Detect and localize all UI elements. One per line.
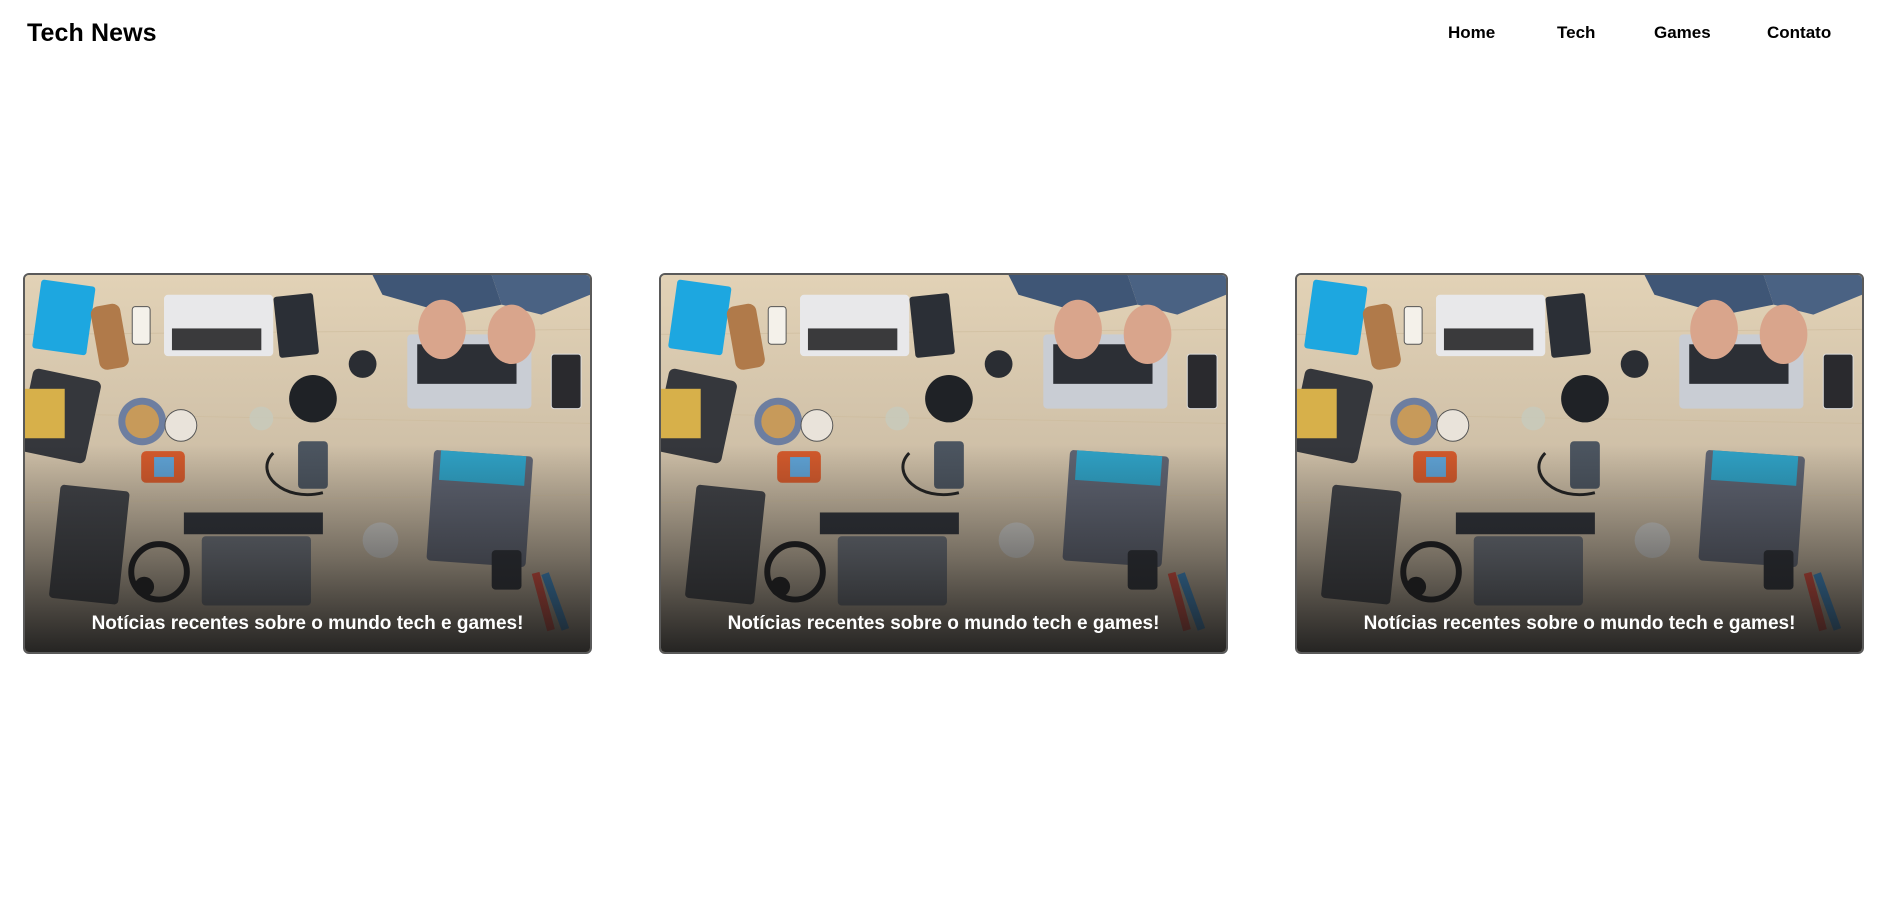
news-card[interactable]: Notícias recentes sobre o mundo tech e g…	[23, 273, 592, 654]
news-card[interactable]: Notícias recentes sobre o mundo tech e g…	[659, 273, 1228, 654]
card-caption: Notícias recentes sobre o mundo tech e g…	[1363, 613, 1796, 634]
site-header: Tech News Home Tech Games Contato	[0, 0, 1882, 70]
nav-link-games[interactable]: Games	[1654, 23, 1711, 43]
card-caption: Notícias recentes sobre o mundo tech e g…	[727, 613, 1160, 634]
card-gradient-overlay	[1297, 275, 1862, 652]
card-gradient-overlay	[25, 275, 590, 652]
nav-link-home[interactable]: Home	[1448, 23, 1495, 43]
card-gradient-overlay	[661, 275, 1226, 652]
nav-link-tech[interactable]: Tech	[1557, 23, 1595, 43]
nav-link-contato[interactable]: Contato	[1767, 23, 1831, 43]
card-caption: Notícias recentes sobre o mundo tech e g…	[91, 613, 524, 634]
site-logo-text[interactable]: Tech News	[27, 19, 157, 48]
news-cards: Notícias recentes sobre o mundo tech e g…	[0, 273, 1882, 656]
news-card[interactable]: Notícias recentes sobre o mundo tech e g…	[1295, 273, 1864, 654]
